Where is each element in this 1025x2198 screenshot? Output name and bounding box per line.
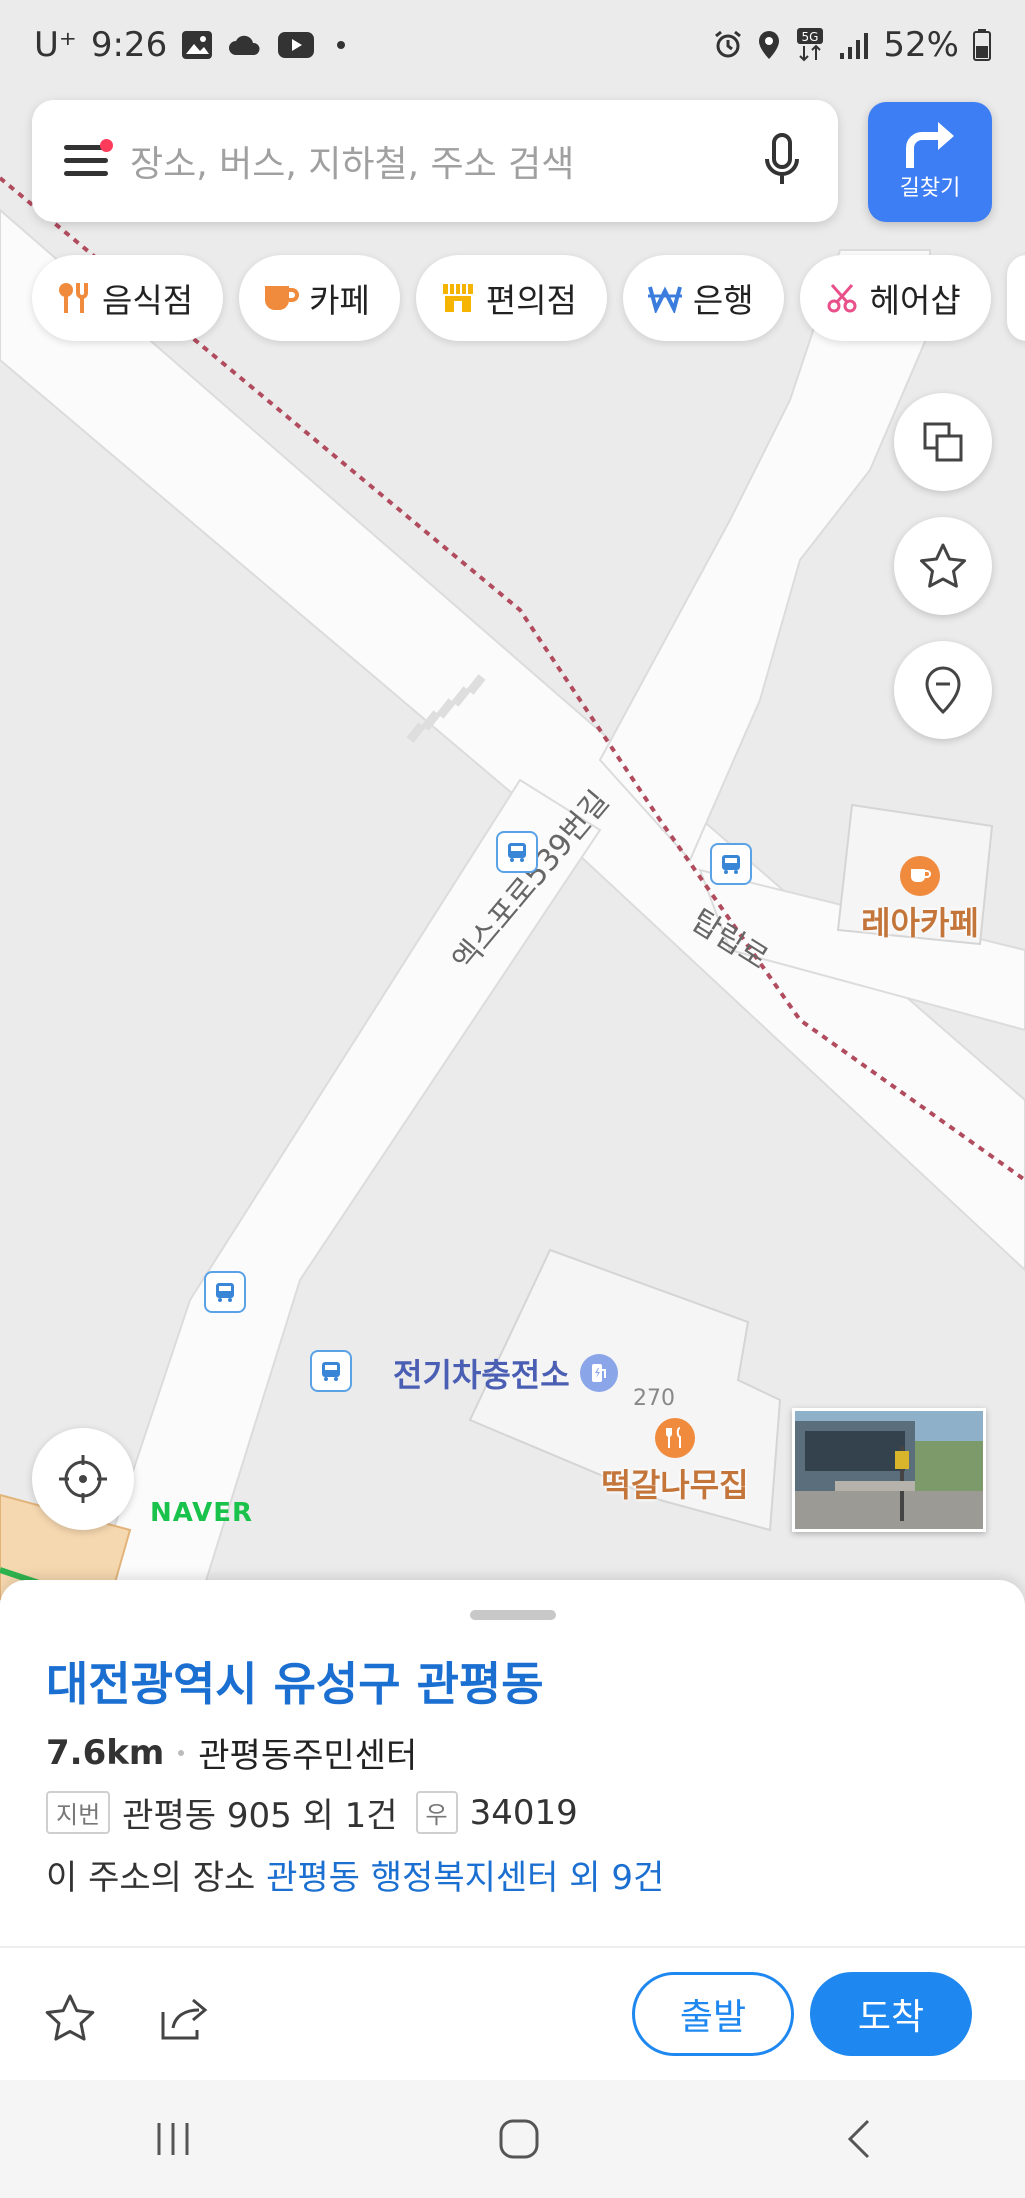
chip-more[interactable] [1006, 255, 1025, 341]
share-icon [161, 1998, 208, 2040]
star-icon [45, 1994, 95, 2041]
back-icon[interactable] [844, 2117, 874, 2161]
bus-stop-icon[interactable] [310, 1350, 352, 1392]
youtube-icon [278, 32, 315, 58]
clock: 9:26 [90, 25, 168, 65]
won-icon [647, 280, 683, 316]
signal-icon [840, 33, 869, 59]
cafe-name: 레아카페 [861, 904, 979, 942]
landmark: 관평동주민센터 [198, 1736, 418, 1776]
places-at-address-row: 이 주소의 장소 관평동 행정복지센터 외 9건 [46, 1850, 664, 1899]
restaurant-name: 떡갈나무집 [601, 1466, 749, 1504]
postal-tag: 우 [415, 1791, 458, 1834]
bus-stop-icon[interactable] [204, 1271, 246, 1313]
notification-dot [100, 139, 113, 152]
recent-apps-icon[interactable] [151, 2119, 195, 2159]
search-input[interactable]: 장소, 버스, 지하철, 주소 검색 [130, 135, 762, 187]
network-5g-icon: 5G [797, 28, 824, 62]
map-pin-minus-icon [925, 666, 961, 715]
separator-dot [178, 1749, 185, 1756]
cloud-icon [229, 35, 260, 55]
sheet-handle[interactable] [470, 1610, 556, 1620]
status-bar: U⁺ 9:26 5G 52% [0, 0, 1025, 90]
my-places-button[interactable] [894, 641, 992, 739]
chip-hair-salon[interactable]: 헤어샵 [799, 255, 991, 341]
action-row: 출발 도착 [0, 1948, 1025, 2080]
layers-button[interactable] [894, 393, 992, 491]
store-icon [440, 280, 476, 316]
directions-label: 길찾기 [899, 176, 961, 201]
ev-station-poi[interactable]: 전기차충전소 [393, 1350, 618, 1396]
home-icon[interactable] [497, 2117, 541, 2161]
restaurant-poi[interactable]: 떡갈나무집 [600, 1418, 750, 1506]
naver-logo: NAVER [150, 1498, 254, 1528]
postal-code: 34019 [469, 1792, 578, 1833]
battery-percent: 52% [883, 25, 959, 65]
chip-label: 편의점 [485, 281, 577, 320]
street-view-thumbnail[interactable] [792, 1408, 986, 1532]
location-icon [759, 31, 780, 59]
star-icon [920, 543, 966, 588]
arrive-button[interactable]: 도착 [810, 1972, 972, 2056]
coffee-cup-icon [263, 280, 300, 316]
svg-text:5G: 5G [802, 30, 819, 44]
alarm-icon [715, 30, 742, 58]
ev-station-name: 전기차충전소 [393, 1356, 570, 1394]
favorites-button[interactable] [894, 517, 992, 615]
system-nav-bar [0, 2080, 1025, 2198]
crosshair-icon [59, 1455, 107, 1503]
carrier-label: U⁺ [34, 25, 77, 65]
directions-button[interactable]: 길찾기 [868, 102, 992, 222]
coffee-cup-icon [900, 856, 940, 896]
ev-charger-icon [579, 1354, 618, 1392]
gallery-icon [182, 31, 213, 59]
chip-label: 음식점 [102, 281, 194, 320]
distance: 7.6km [46, 1732, 165, 1773]
fork-knife-icon [56, 280, 92, 316]
current-location-button[interactable] [32, 1428, 134, 1530]
layers-icon [923, 422, 963, 462]
battery-icon [973, 29, 991, 61]
fork-knife-icon [655, 1418, 695, 1458]
depart-button[interactable]: 출발 [632, 1972, 794, 2056]
chip-label: 헤어샵 [869, 281, 961, 320]
search-bar[interactable]: 장소, 버스, 지하철, 주소 검색 [32, 100, 838, 222]
places-prefix: 이 주소의 장소 [46, 1858, 256, 1898]
category-chips: 음식점 카페 편의점 은행 헤어샵 [32, 255, 1025, 341]
chip-cafe[interactable]: 카페 [239, 255, 400, 341]
address-row: 지번 관평동 905 외 1건 우 34019 [46, 1788, 578, 1837]
cafe-poi[interactable]: 레아카페 [855, 856, 985, 944]
chip-bank[interactable]: 은행 [622, 255, 784, 341]
share-button[interactable] [155, 1988, 215, 2048]
dot-icon [337, 41, 346, 49]
chip-restaurant[interactable]: 음식점 [32, 255, 224, 341]
building-number: 270 [633, 1386, 675, 1411]
place-title[interactable]: 대전광역시 유성구 관평동 [46, 1648, 544, 1714]
bus-stop-icon[interactable] [710, 843, 752, 885]
place-info-sheet: 대전광역시 유성구 관평동 7.6km 관평동주민센터 지번 관평동 905 외… [0, 1580, 1025, 2080]
lot-address[interactable]: 관평동 905 외 1건 [122, 1788, 397, 1837]
microphone-icon[interactable] [762, 133, 802, 189]
chip-convenience-store[interactable]: 편의점 [415, 255, 607, 341]
places-link[interactable]: 관평동 행정복지센터 외 9건 [266, 1858, 664, 1898]
menu-icon[interactable] [64, 139, 113, 181]
chip-label: 카페 [309, 281, 370, 320]
chip-label: 은행 [692, 281, 754, 320]
scissors-icon [824, 280, 860, 316]
save-button[interactable] [40, 1988, 100, 2048]
lot-number-tag: 지번 [46, 1791, 111, 1834]
turn-right-arrow-icon [906, 122, 954, 168]
bus-stop-icon[interactable] [496, 831, 538, 873]
distance-row: 7.6km 관평동주민센터 [46, 1728, 417, 1777]
